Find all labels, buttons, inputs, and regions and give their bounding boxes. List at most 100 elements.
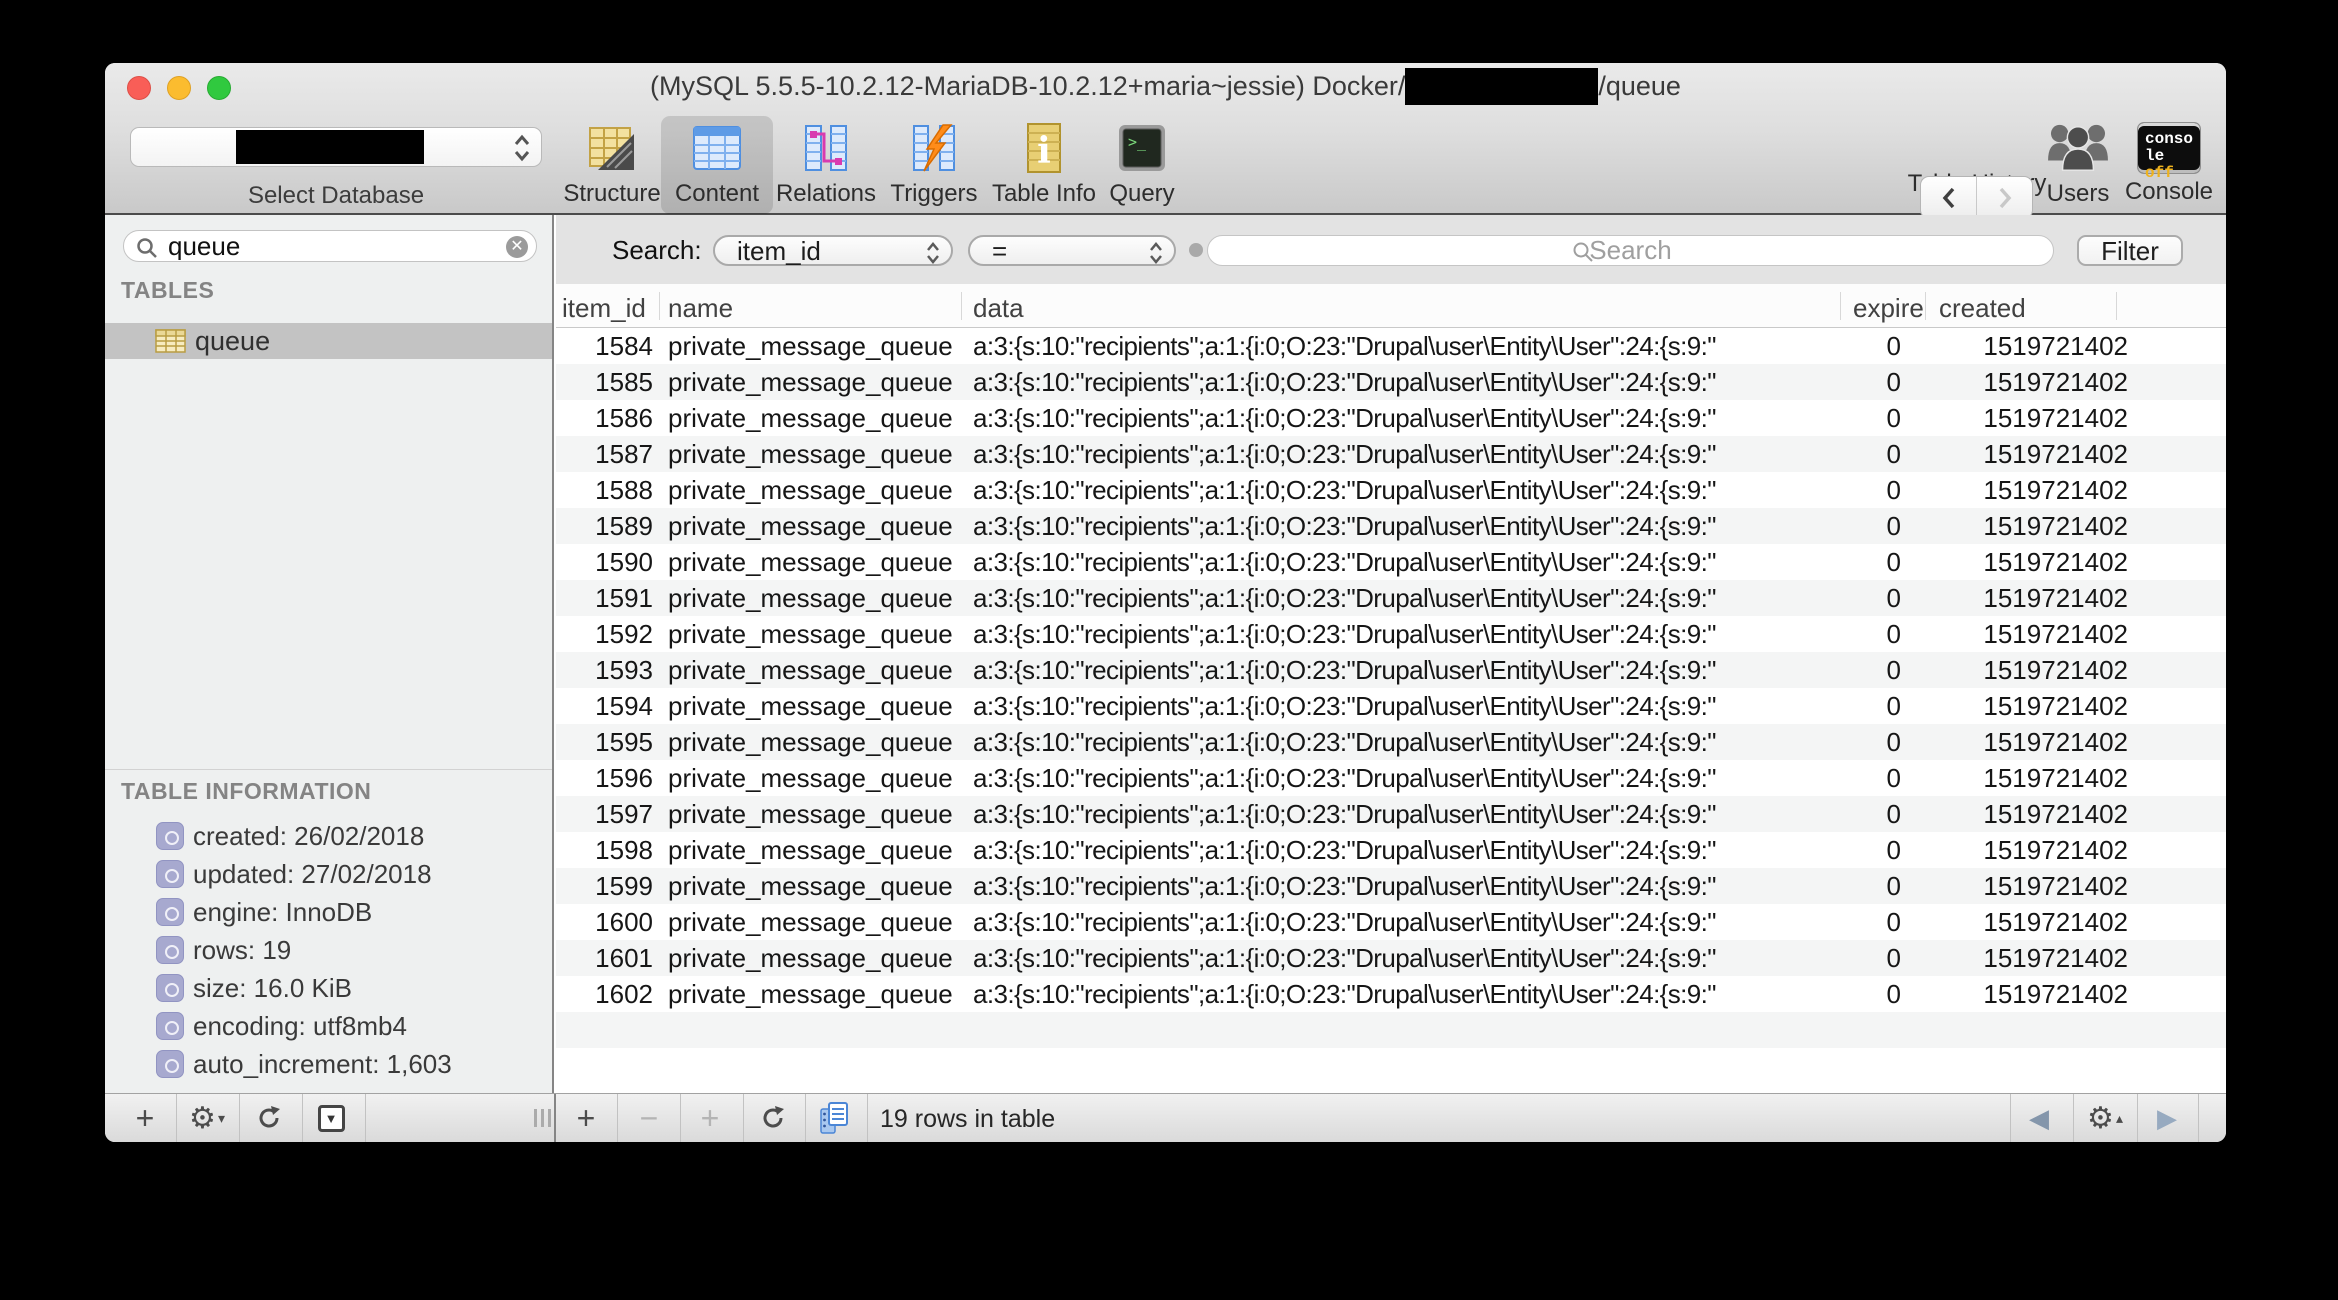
column-header-created[interactable]: created <box>1939 293 2026 324</box>
sidebar: ✕ TABLES queue TABLE INFORMATION created… <box>105 215 554 1093</box>
table-row[interactable]: 1595private_message_queuea:3:{s:10:"reci… <box>556 724 2226 760</box>
table-row[interactable]: 1600private_message_queuea:3:{s:10:"reci… <box>556 904 2226 940</box>
table-row[interactable]: 1587private_message_queuea:3:{s:10:"reci… <box>556 436 2226 472</box>
table-row[interactable]: 1596private_message_queuea:3:{s:10:"reci… <box>556 760 2226 796</box>
minimize-button[interactable] <box>167 76 191 100</box>
column-header-item_id[interactable]: item_id <box>562 293 646 324</box>
cell-item_id: 1584 <box>556 331 653 362</box>
tab-relations[interactable]: Relations <box>770 116 882 214</box>
tab-content[interactable]: Content <box>661 116 773 214</box>
table-row[interactable]: 1590private_message_queuea:3:{s:10:"reci… <box>556 544 2226 580</box>
column-header-name[interactable]: name <box>668 293 733 324</box>
cell-created: 1519721402 <box>1925 619 2128 650</box>
table-row[interactable]: 1586private_message_queuea:3:{s:10:"reci… <box>556 400 2226 436</box>
table-info-item: encoding: utf8mb4 <box>105 1007 552 1045</box>
cell-expire: 0 <box>1756 799 1901 830</box>
duplicate-row-button[interactable]: + <box>688 1094 732 1142</box>
table-information-list: created: 26/02/2018updated: 27/02/2018en… <box>105 817 552 1083</box>
cell-name: private_message_queue <box>668 583 958 614</box>
previous-page-button[interactable]: ◀ <box>2017 1094 2061 1142</box>
tab-table-info[interactable]: i Table Info <box>988 116 1100 214</box>
table-row[interactable]: 1594private_message_queuea:3:{s:10:"reci… <box>556 688 2226 724</box>
table-info-icon: i <box>1017 120 1071 176</box>
sidebar-item-queue[interactable]: queue <box>105 323 552 359</box>
console-button[interactable]: conso le off Console <box>2119 116 2219 214</box>
cell-name: private_message_queue <box>668 475 958 506</box>
users-button[interactable]: Users <box>2028 116 2128 214</box>
table-row[interactable]: 1599private_message_queuea:3:{s:10:"reci… <box>556 868 2226 904</box>
window-chrome: (MySQL 5.5.5-10.2.12-MariaDB-10.2.12+mar… <box>105 63 2226 215</box>
close-button[interactable] <box>127 76 151 100</box>
cell-expire: 0 <box>1756 907 1901 938</box>
info-badge-icon <box>156 822 184 850</box>
tab-query[interactable]: >_ Query <box>1086 116 1198 214</box>
table-row[interactable]: 1585private_message_queuea:3:{s:10:"reci… <box>556 364 2226 400</box>
table-row[interactable]: 1597private_message_queuea:3:{s:10:"reci… <box>556 796 2226 832</box>
column-divider[interactable] <box>1925 292 1926 320</box>
table-row[interactable]: 1602private_message_queuea:3:{s:10:"reci… <box>556 976 2226 1012</box>
table-row[interactable]: 1591private_message_queuea:3:{s:10:"reci… <box>556 580 2226 616</box>
cell-data: a:3:{s:10:"recipients";a:1:{i:0;O:23:"Dr… <box>973 979 1838 1010</box>
table-filter-search[interactable]: ✕ <box>123 230 537 262</box>
table-info-item-text: engine: InnoDB <box>193 897 372 928</box>
pagination-gear-button[interactable]: ⚙▴ <box>2076 1094 2134 1142</box>
zoom-button[interactable] <box>207 76 231 100</box>
table-row[interactable]: 1584private_message_queuea:3:{s:10:"reci… <box>556 328 2226 364</box>
table-row[interactable]: 1589private_message_queuea:3:{s:10:"reci… <box>556 508 2226 544</box>
cell-created: 1519721402 <box>1925 367 2128 398</box>
filter-button[interactable]: Filter <box>2077 235 2183 266</box>
column-header-expire[interactable]: expire <box>1853 293 1924 324</box>
console-toggle-button[interactable]: ▼ <box>305 1094 357 1142</box>
database-select-dropdown[interactable] <box>130 127 542 167</box>
column-header-data[interactable]: data <box>973 293 1024 324</box>
edit-row-mode-button[interactable] <box>811 1094 859 1142</box>
table-actions-gear-button[interactable]: ⚙▾ <box>181 1094 233 1142</box>
delete-row-button[interactable]: − <box>627 1094 671 1142</box>
table-row[interactable]: 1601private_message_queuea:3:{s:10:"reci… <box>556 940 2226 976</box>
cell-item_id: 1598 <box>556 835 653 866</box>
tab-table-info-label: Table Info <box>988 180 1100 208</box>
column-divider[interactable] <box>961 292 962 320</box>
tab-triggers[interactable]: Triggers <box>878 116 990 214</box>
info-badge-icon <box>156 898 184 926</box>
next-page-button[interactable]: ▶ <box>2145 1094 2189 1142</box>
sidebar-resize-handle[interactable] <box>534 1109 551 1127</box>
operator-select[interactable]: = <box>968 235 1176 266</box>
history-back-button[interactable] <box>1921 177 1976 218</box>
cell-item_id: 1599 <box>556 871 653 902</box>
field-select-value: item_id <box>737 236 821 267</box>
tab-structure[interactable]: Structure <box>556 116 668 214</box>
cell-data: a:3:{s:10:"recipients";a:1:{i:0;O:23:"Dr… <box>973 763 1838 794</box>
history-forward-button[interactable] <box>1977 177 2032 218</box>
titlebar: (MySQL 5.5.5-10.2.12-MariaDB-10.2.12+mar… <box>105 63 2226 110</box>
statusbar-separator <box>680 1094 681 1142</box>
column-divider[interactable] <box>659 292 660 320</box>
cell-name: private_message_queue <box>668 691 958 722</box>
caret-up-icon: ▴ <box>2116 1110 2123 1127</box>
add-table-button[interactable]: + <box>123 1094 167 1142</box>
table-filter-input[interactable] <box>168 232 478 260</box>
content-search-field[interactable] <box>1207 235 2054 266</box>
table-row[interactable]: 1588private_message_queuea:3:{s:10:"reci… <box>556 472 2226 508</box>
table-row[interactable]: 1592private_message_queuea:3:{s:10:"reci… <box>556 616 2226 652</box>
field-select[interactable]: item_id <box>713 235 953 266</box>
cell-item_id: 1590 <box>556 547 653 578</box>
statusbar-dark-divider <box>554 1094 556 1142</box>
cell-created: 1519721402 <box>1925 907 2128 938</box>
cell-name: private_message_queue <box>668 979 958 1010</box>
search-icon <box>135 236 159 260</box>
column-divider[interactable] <box>1840 292 1841 320</box>
column-divider[interactable] <box>2116 292 2117 320</box>
box-dropdown-icon: ▼ <box>318 1105 345 1132</box>
table-info-item: rows: 19 <box>105 931 552 969</box>
table-row[interactable]: 1593private_message_queuea:3:{s:10:"reci… <box>556 652 2226 688</box>
triangle-left-icon: ◀ <box>2029 1103 2049 1134</box>
statusbar-separator <box>239 1094 240 1142</box>
refresh-rows-button[interactable] <box>749 1094 797 1142</box>
refresh-tables-button[interactable] <box>243 1094 295 1142</box>
cell-data: a:3:{s:10:"recipients";a:1:{i:0;O:23:"Dr… <box>973 907 1838 938</box>
content-search-input[interactable] <box>1208 236 2053 265</box>
add-row-button[interactable]: + <box>564 1094 608 1142</box>
table-row[interactable]: 1598private_message_queuea:3:{s:10:"reci… <box>556 832 2226 868</box>
clear-search-icon[interactable]: ✕ <box>506 236 528 258</box>
